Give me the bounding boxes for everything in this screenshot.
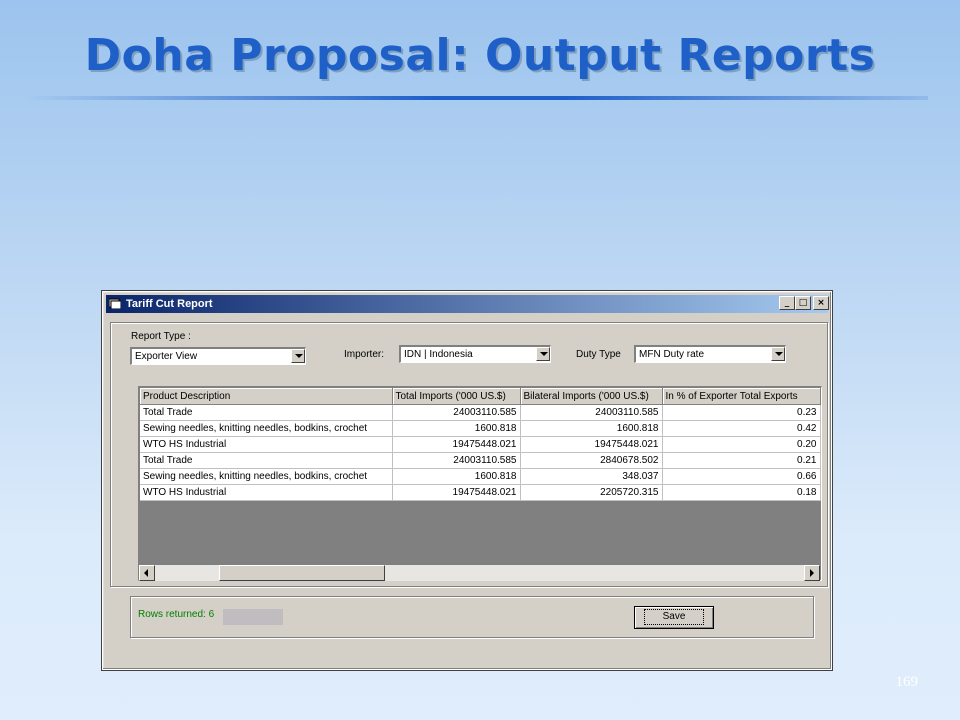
cell-product[interactable]: WTO HS Industrial: [140, 484, 393, 501]
save-button[interactable]: Save: [634, 606, 714, 629]
report-type-select[interactable]: Exporter View: [130, 347, 306, 365]
scrollbar-thumb[interactable]: [219, 565, 385, 581]
cell-pct-exports[interactable]: 0.66: [662, 468, 821, 485]
close-button[interactable]: ×: [813, 296, 829, 310]
cell-total-imports[interactable]: 1600.818: [392, 468, 521, 485]
cell-total-imports[interactable]: 24003110.585: [392, 404, 521, 421]
table-row[interactable]: WTO HS Industrial 19475448.021 2205720.3…: [140, 484, 821, 501]
report-type-value: Exporter View: [135, 351, 198, 362]
scroll-left-icon[interactable]: [139, 565, 155, 581]
rows-returned-status: Rows returned: 6: [138, 609, 215, 620]
cell-total-imports[interactable]: 24003110.585: [392, 452, 521, 469]
cell-bilateral-imports[interactable]: 24003110.585: [520, 404, 663, 421]
importer-select[interactable]: IDN | Indonesia: [399, 345, 551, 363]
table-row[interactable]: Total Trade 24003110.585 24003110.585 0.…: [140, 404, 821, 421]
table-row[interactable]: Sewing needles, knitting needles, bodkin…: [140, 420, 821, 437]
app-icon: [109, 298, 121, 309]
cell-pct-exports[interactable]: 0.42: [662, 420, 821, 437]
status-progress-area: [223, 609, 283, 625]
table-row[interactable]: WTO HS Industrial 19475448.021 19475448.…: [140, 436, 821, 453]
horizontal-scrollbar[interactable]: [139, 565, 820, 581]
importer-label: Importer:: [344, 349, 385, 360]
report-type-label: Report Type :: [131, 331, 191, 342]
cell-total-imports[interactable]: 19475448.021: [392, 436, 521, 453]
cell-bilateral-imports[interactable]: 2840678.502: [520, 452, 663, 469]
cell-pct-exports[interactable]: 0.20: [662, 436, 821, 453]
cell-product[interactable]: Total Trade: [140, 404, 393, 421]
chevron-down-icon[interactable]: [536, 347, 550, 361]
results-table: Product Description Total Imports ('000 …: [140, 388, 821, 501]
window-title: Tariff Cut Report: [126, 298, 213, 310]
scroll-right-icon[interactable]: [804, 565, 820, 581]
column-header[interactable]: Total Imports ('000 US.$): [392, 388, 521, 405]
column-header[interactable]: In % of Exporter Total Exports: [662, 388, 821, 405]
duty-type-value: MFN Duty rate: [639, 349, 705, 360]
chevron-down-icon[interactable]: [771, 347, 785, 361]
minimize-button[interactable]: _: [779, 296, 795, 310]
cell-bilateral-imports[interactable]: 348.037: [520, 468, 663, 485]
cell-pct-exports[interactable]: 0.21: [662, 452, 821, 469]
window-titlebar[interactable]: Tariff Cut Report: [106, 295, 828, 313]
cell-product[interactable]: Sewing needles, knitting needles, bodkin…: [140, 468, 393, 485]
column-header[interactable]: Bilateral Imports ('000 US.$): [520, 388, 663, 405]
chevron-down-icon[interactable]: [291, 349, 305, 363]
cell-bilateral-imports[interactable]: 19475448.021: [520, 436, 663, 453]
maximize-button[interactable]: □: [795, 296, 811, 310]
cell-pct-exports[interactable]: 0.18: [662, 484, 821, 501]
save-button-label: Save: [643, 609, 705, 625]
cell-product[interactable]: WTO HS Industrial: [140, 436, 393, 453]
cell-total-imports[interactable]: 1600.818: [392, 420, 521, 437]
results-grid[interactable]: Product Description Total Imports ('000 …: [138, 386, 822, 581]
cell-pct-exports[interactable]: 0.23: [662, 404, 821, 421]
table-row[interactable]: Total Trade 24003110.585 2840678.502 0.2…: [140, 452, 821, 469]
importer-value: IDN | Indonesia: [404, 349, 473, 360]
slide-title: Doha Proposal: Output Reports: [84, 30, 876, 81]
page-number: 169: [895, 674, 919, 690]
cell-product[interactable]: Total Trade: [140, 452, 393, 469]
cell-bilateral-imports[interactable]: 2205720.315: [520, 484, 663, 501]
duty-type-select[interactable]: MFN Duty rate: [634, 345, 786, 363]
column-header[interactable]: Product Description: [140, 388, 393, 405]
duty-type-label: Duty Type: [576, 349, 621, 360]
cell-total-imports[interactable]: 19475448.021: [392, 484, 521, 501]
title-underline: [24, 96, 928, 100]
cell-bilateral-imports[interactable]: 1600.818: [520, 420, 663, 437]
cell-product[interactable]: Sewing needles, knitting needles, bodkin…: [140, 420, 393, 437]
table-row[interactable]: Sewing needles, knitting needles, bodkin…: [140, 468, 821, 485]
